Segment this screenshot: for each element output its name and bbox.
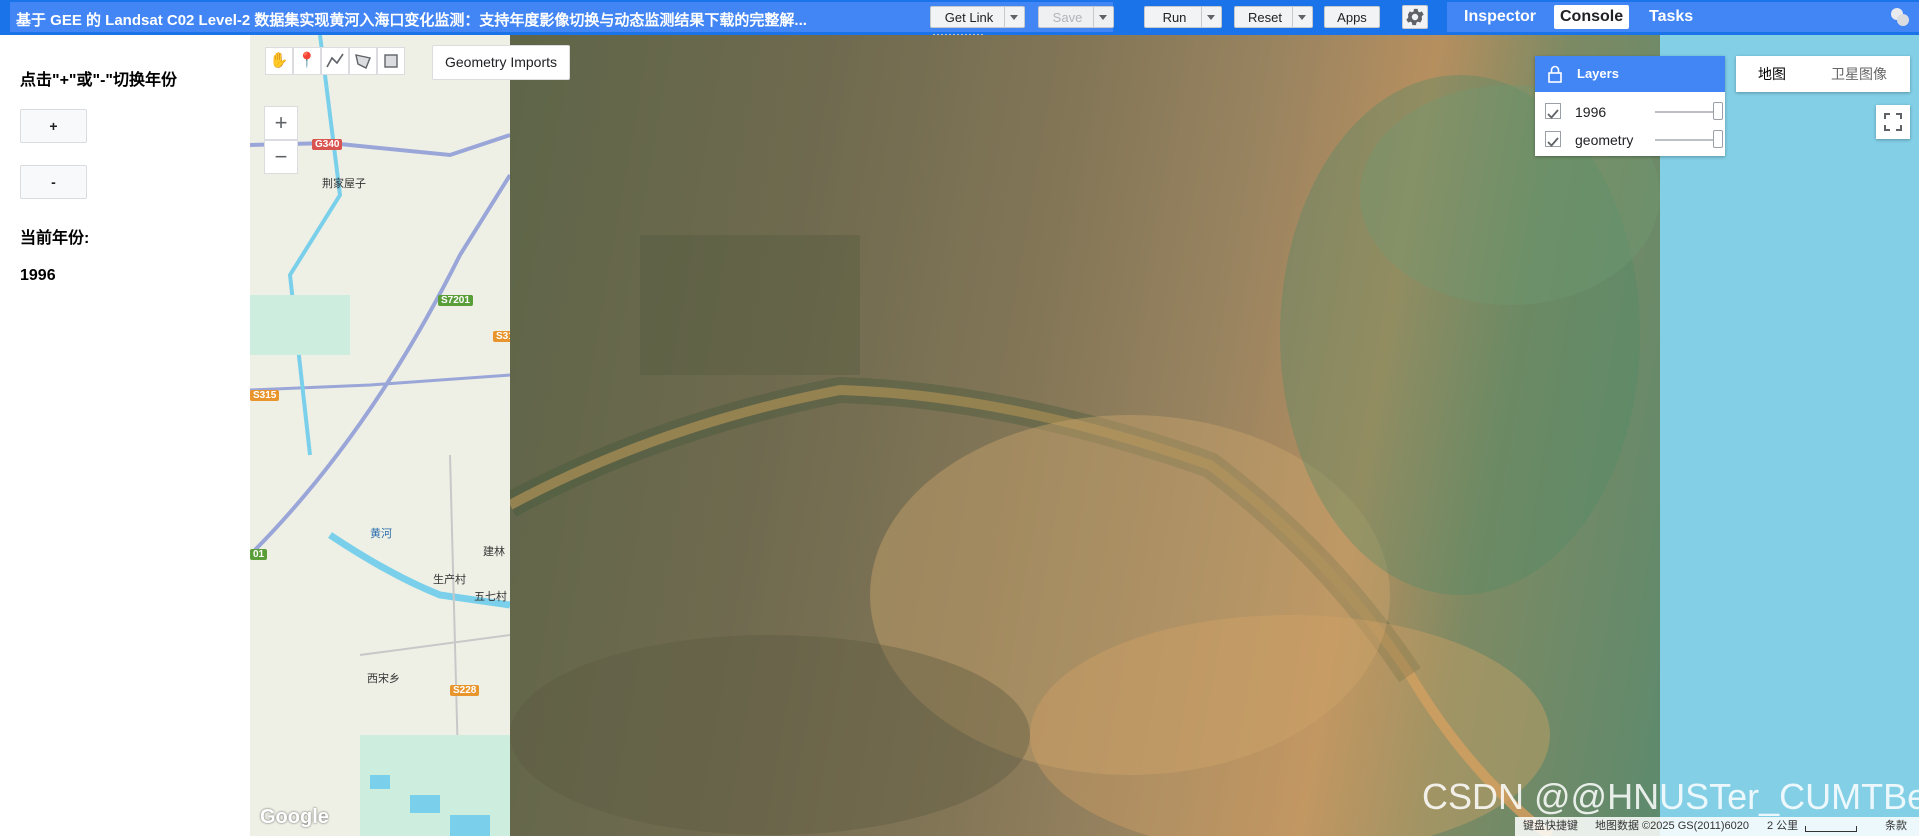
place-label: 五七村 [474, 591, 507, 603]
road-label-s228: S228 [450, 685, 480, 696]
scale-label[interactable]: 2 公里 [1767, 817, 1798, 836]
zoom-in-button[interactable]: + [264, 106, 298, 140]
get-link-dropdown-icon[interactable] [1004, 7, 1024, 27]
reset-button[interactable]: Reset [1234, 6, 1313, 28]
reset-label: Reset [1248, 10, 1282, 25]
satellite-features [503, 75, 1660, 836]
google-logo: Google [260, 806, 329, 828]
place-label: 建林 [483, 546, 505, 558]
opacity-slider[interactable] [1655, 139, 1713, 141]
place-label: 生产村 [433, 574, 466, 586]
fullscreen-button[interactable] [1876, 105, 1910, 139]
run-label: Run [1162, 10, 1187, 25]
road-label-s7201: S7201 [438, 295, 473, 306]
polygon-icon [355, 54, 371, 69]
map-type-satellite-button[interactable]: 卫星图像 [1808, 56, 1910, 92]
marker-icon: 📍 [297, 52, 317, 69]
map-attribution-bar: 键盘快捷键 地图数据 ©2025 GS(2011)6020 2 公里 条款 [1515, 817, 1919, 836]
script-title[interactable]: 基于 GEE 的 Landsat C02 Level-2 数据集实现黄河入海口变… [16, 9, 807, 30]
polyline-icon [326, 53, 344, 68]
current-year-label: 当前年份: [20, 230, 90, 247]
run-dropdown-icon[interactable] [1201, 7, 1221, 27]
map-data-text[interactable]: 地图数据 ©2025 GS(2011)6020 [1595, 817, 1749, 836]
save-label: Save [1052, 10, 1083, 25]
road-label-01: 01 [250, 549, 268, 560]
layer-row-geometry: geometry [1545, 128, 1723, 152]
layer-checkbox[interactable] [1545, 131, 1561, 147]
rectangle-tool-button[interactable] [377, 47, 405, 75]
place-label: 西宋乡 [367, 673, 400, 685]
scale-bar [1805, 826, 1857, 832]
save-dropdown-icon[interactable] [1093, 7, 1113, 27]
fullscreen-icon [1884, 113, 1902, 131]
layer-row-1996: 1996 [1545, 100, 1723, 124]
layer-name: geometry [1575, 132, 1634, 148]
save-button[interactable]: Save [1038, 6, 1114, 28]
gear-icon [1406, 8, 1424, 26]
layer-name: 1996 [1575, 104, 1607, 120]
layers-panel: Layers 1996 geometry [1535, 56, 1725, 156]
tab-tasks[interactable]: Tasks [1643, 5, 1699, 29]
river-label: 黄河 [370, 528, 392, 540]
opacity-slider-handle[interactable] [1713, 102, 1723, 120]
apps-button[interactable]: Apps [1324, 6, 1380, 28]
settings-button[interactable] [1402, 5, 1428, 29]
python-icon[interactable] [1887, 5, 1913, 29]
year-minus-button[interactable]: - [20, 165, 87, 199]
instruction-label: 点击"+"或"-"切换年份 [20, 72, 178, 89]
reset-dropdown-icon[interactable] [1292, 7, 1312, 27]
landsat-1996-layer [503, 35, 1660, 836]
map-canvas[interactable]: G340 S7201 S31 S315 01 S228 荆家屋子 黄河 建林 生… [250, 35, 1919, 836]
point-tool-button[interactable]: 📍 [293, 47, 321, 75]
top-bar: 基于 GEE 的 Landsat C02 Level-2 数据集实现黄河入海口变… [0, 0, 1919, 35]
polygon-tool-button[interactable] [349, 47, 377, 75]
year-plus-button[interactable]: + [20, 109, 87, 143]
hand-icon: ✋ [269, 52, 289, 69]
zoom-out-button[interactable]: − [264, 140, 298, 174]
map-type-control: 地图 卫星图像 [1736, 56, 1910, 92]
rectangle-icon [384, 54, 398, 68]
opacity-slider[interactable] [1655, 111, 1713, 113]
get-link-button[interactable]: Get Link [930, 6, 1025, 28]
road-label-g340: G340 [312, 139, 343, 150]
tab-console[interactable]: Console [1554, 5, 1630, 29]
geometry-imports-button[interactable]: Geometry Imports [432, 45, 570, 80]
get-link-label: Get Link [944, 10, 994, 25]
run-button[interactable]: Run [1144, 6, 1222, 28]
pan-tool-button[interactable]: ✋ [265, 47, 293, 75]
layers-header[interactable]: Layers [1535, 56, 1725, 92]
ui-panel: 点击"+"或"-"切换年份 + - 当前年份: 1996 [0, 35, 250, 836]
watermark: CSDN @@HNUSTer_CUMTBer [1422, 776, 1919, 817]
lock-icon[interactable] [1547, 65, 1563, 83]
opacity-slider-handle[interactable] [1713, 130, 1723, 148]
place-label: 荆家屋子 [322, 178, 366, 190]
keyboard-shortcuts-link[interactable]: 键盘快捷键 [1523, 817, 1578, 836]
layers-title: Layers [1577, 66, 1619, 81]
terms-link[interactable]: 条款 [1885, 817, 1907, 836]
checkmark-icon [1547, 109, 1559, 119]
checkmark-icon [1547, 137, 1559, 147]
tab-inspector[interactable]: Inspector [1458, 5, 1542, 29]
line-tool-button[interactable] [321, 47, 349, 75]
road-label-s315: S315 [250, 390, 280, 401]
layer-checkbox[interactable] [1545, 103, 1561, 119]
current-year-value: 1996 [20, 267, 56, 284]
map-type-map-button[interactable]: 地图 [1736, 56, 1808, 92]
